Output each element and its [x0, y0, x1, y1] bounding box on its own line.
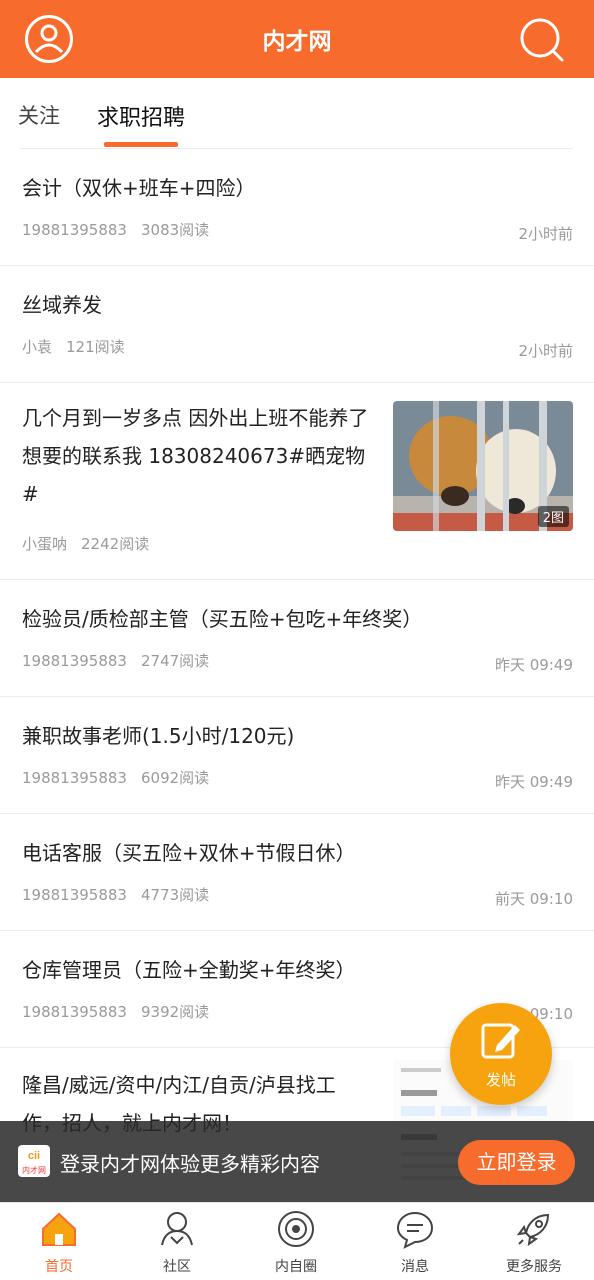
- item-author: 19881395883: [22, 221, 127, 239]
- nav-community[interactable]: 社区: [118, 1203, 236, 1280]
- item-meta: 小蛋呐 2242阅读: [22, 533, 573, 554]
- list-item[interactable]: 会计（双休+班车+四险） 19881395883 3083阅读 2小时前: [0, 149, 594, 266]
- item-reads: 2747阅读: [140, 652, 210, 670]
- home-icon: [42, 1212, 76, 1246]
- search-icon[interactable]: [518, 16, 566, 64]
- item-thumbnail[interactable]: 2图: [393, 401, 573, 531]
- tab-follow[interactable]: 关注: [18, 100, 60, 130]
- nav-circle-label: 内自圈: [275, 1259, 317, 1275]
- item-title: 几个月到一岁多点 因外出上班不能养了 想要的联系我 18308240673#晒宠…: [22, 406, 369, 506]
- bottom-nav: 首页 社区 内自圈 消息 更多服务: [0, 1202, 594, 1280]
- item-author: 19881395883: [22, 652, 127, 670]
- item-reads: 3083阅读: [140, 221, 210, 239]
- tab-bar: 关注 求职招聘: [0, 78, 594, 148]
- item-meta: 小袁 121阅读: [22, 336, 573, 357]
- item-author: 19881395883: [22, 886, 127, 904]
- nav-more-services-label: 更多服务: [506, 1259, 562, 1275]
- item-reads: 6092阅读: [140, 769, 210, 787]
- login-prompt-text: 登录内才网体验更多精彩内容: [60, 1152, 320, 1176]
- item-title: 仓库管理员（五险+全勤奖+年终奖）: [22, 958, 356, 982]
- post-button-label: 发帖: [485, 1071, 516, 1089]
- item-reads: 4773阅读: [140, 886, 210, 904]
- list-item[interactable]: 兼职故事老师(1.5小时/120元) 19881395883 6092阅读 昨天 …: [0, 697, 594, 814]
- item-meta: 19881395883 6092阅读: [22, 767, 573, 788]
- list-item[interactable]: 几个月到一岁多点 因外出上班不能养了 想要的联系我 18308240673#晒宠…: [0, 383, 594, 580]
- item-title: 兼职故事老师(1.5小时/120元): [22, 724, 295, 748]
- item-time: 前天 09:10: [495, 890, 573, 908]
- app-logo: cii 内才网: [18, 1145, 50, 1177]
- nav-circle[interactable]: 内自圈: [237, 1203, 355, 1280]
- message-icon: [396, 1211, 434, 1249]
- item-time: 2小时前: [518, 225, 573, 243]
- image-count-badge: 2图: [537, 506, 569, 527]
- item-author: 小蛋呐: [22, 535, 68, 553]
- item-time: 2小时前: [518, 342, 573, 360]
- nav-community-label: 社区: [163, 1259, 191, 1275]
- item-time: 昨天 09:49: [495, 656, 573, 674]
- logo-mark: cii: [28, 1150, 40, 1162]
- tab-jobs[interactable]: 求职招聘: [97, 100, 185, 132]
- community-icon: [161, 1212, 193, 1246]
- svg-text:cii: cii: [28, 1150, 40, 1161]
- rocket-icon: [516, 1213, 550, 1247]
- item-meta: 19881395883 4773阅读: [22, 884, 573, 905]
- circle-icon: [278, 1211, 314, 1247]
- item-meta: 19881395883 2747阅读: [22, 650, 573, 671]
- active-tab-indicator: [104, 142, 178, 147]
- item-title: 会计（双休+班车+四险）: [22, 176, 256, 200]
- item-reads: 9392阅读: [140, 1003, 210, 1021]
- login-prompt-bar: cii 内才网 登录内才网体验更多精彩内容 立即登录: [0, 1121, 594, 1202]
- nav-home[interactable]: 首页: [0, 1203, 118, 1280]
- item-author: 19881395883: [22, 769, 127, 787]
- logo-text: 内才网: [22, 1166, 46, 1175]
- item-meta: 19881395883 3083阅读: [22, 219, 573, 240]
- item-reads: 121阅读: [66, 338, 125, 356]
- item-time: 昨天 09:49: [495, 773, 573, 791]
- list-item[interactable]: 丝域养发 小袁 121阅读 2小时前: [0, 266, 594, 383]
- item-author: 小袁: [22, 338, 53, 356]
- nav-more-services[interactable]: 更多服务: [475, 1203, 593, 1280]
- app-title: 内才网: [262, 29, 332, 55]
- list-item[interactable]: 电话客服（买五险+双休+节假日休） 19881395883 4773阅读 前天 0…: [0, 814, 594, 931]
- item-title: 检验员/质检部主管（买五险+包吃+年终奖）: [22, 607, 423, 631]
- item-reads: 2242阅读: [81, 535, 150, 553]
- edit-icon: [481, 1023, 520, 1059]
- item-title: 丝域养发: [22, 293, 102, 317]
- nav-home-label: 首页: [45, 1259, 73, 1275]
- item-author: 19881395883: [22, 1003, 127, 1021]
- nav-messages-label: 消息: [401, 1259, 429, 1275]
- top-bar: 内才网: [0, 0, 594, 78]
- list-item[interactable]: 检验员/质检部主管（买五险+包吃+年终奖） 19881395883 2747阅读 …: [0, 580, 594, 697]
- login-button[interactable]: 立即登录: [458, 1140, 575, 1185]
- post-button[interactable]: 发帖: [450, 1003, 552, 1105]
- item-title: 电话客服（买五险+双休+节假日休）: [22, 841, 356, 865]
- nav-messages[interactable]: 消息: [356, 1203, 474, 1280]
